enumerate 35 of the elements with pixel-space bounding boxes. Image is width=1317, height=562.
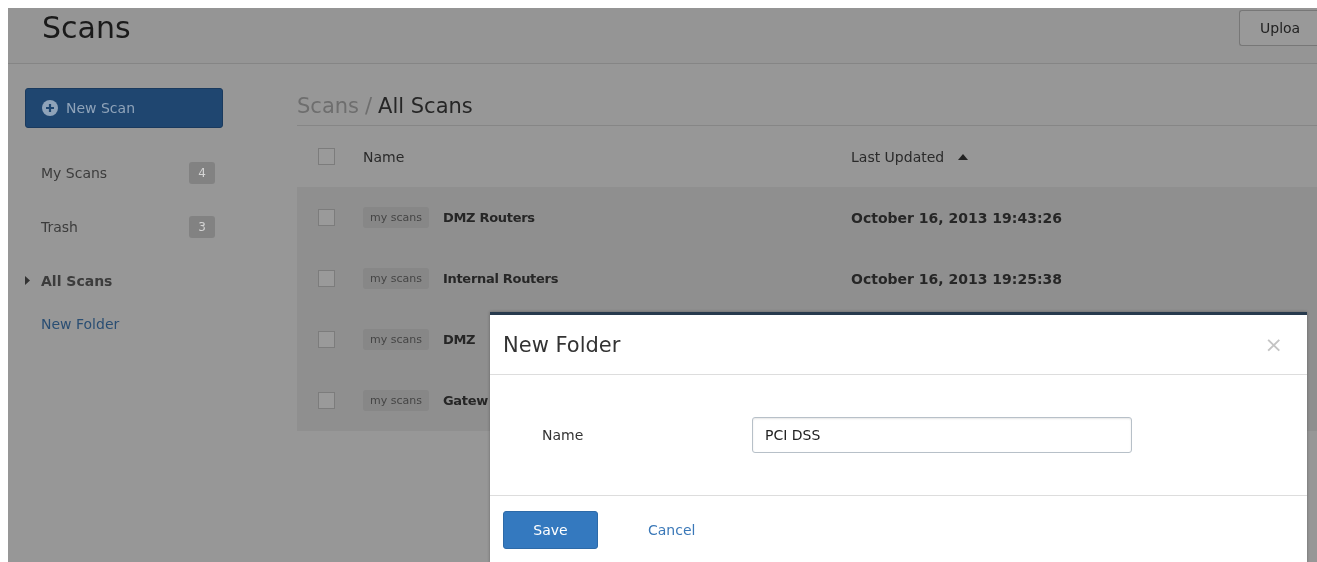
column-header[interactable]: Name [363, 148, 405, 165]
scan-name[interactable]: DMZ [442, 332, 476, 347]
cancel-link[interactable]: Cancel [648, 521, 696, 538]
folder-tag: my scans [363, 207, 429, 228]
column-header[interactable]: Last Updated [851, 148, 945, 165]
folder-tag: my scans [363, 329, 429, 350]
plus-circle-icon [42, 100, 58, 116]
field-label: Name [542, 427, 585, 443]
upload-button[interactable]: Uploa [1239, 9, 1317, 46]
new-scan-button[interactable]: New Scan [25, 88, 223, 128]
new-folder-link[interactable]: New Folder [25, 316, 297, 332]
folder-tag: my scans [363, 268, 429, 289]
checkbox[interactable] [318, 209, 335, 226]
breadcrumb-current: All Scans [378, 94, 473, 118]
checkbox[interactable] [318, 392, 335, 409]
scan-name[interactable]: Gatew [442, 393, 488, 408]
table-cell: October 16, 2013 19:43:26 [851, 209, 1062, 226]
breadcrumb-separator: / [365, 94, 373, 118]
scan-name[interactable]: DMZ Routers [442, 210, 535, 225]
checkbox[interactable] [318, 331, 335, 348]
scan-name[interactable]: Internal Routers [442, 271, 559, 286]
sidebar-item[interactable]: My Scans [41, 165, 108, 181]
folder-tag: my scans [363, 390, 429, 411]
sidebar-item[interactable]: All Scans [41, 273, 113, 289]
table-cell: October 16, 2013 19:25:38 [851, 270, 1062, 287]
sidebar-item[interactable]: Trash [41, 219, 78, 235]
count-badge: 4 [189, 162, 215, 184]
caret-icon [25, 276, 30, 285]
dialog-title: New Folder [503, 332, 621, 357]
page-title: Scans [42, 10, 131, 45]
count-badge: 3 [189, 216, 215, 238]
name-input-field[interactable]: PCI DSS [752, 417, 1132, 453]
save-button[interactable]: Save [503, 510, 598, 549]
checkbox[interactable] [318, 148, 335, 165]
checkbox[interactable] [318, 270, 335, 287]
